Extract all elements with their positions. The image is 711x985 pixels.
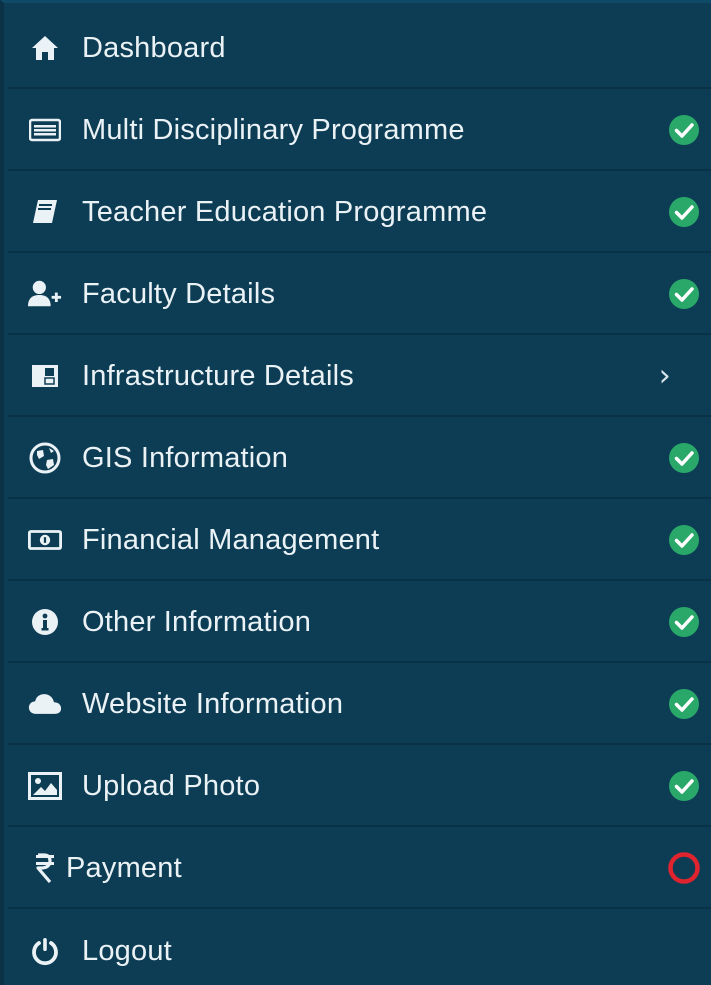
sidebar-item-dashboard[interactable]: Dashboard — [8, 9, 711, 89]
check-circle-icon — [667, 769, 701, 803]
check-circle-icon — [667, 113, 701, 147]
sidebar-item-label: GIS Information — [82, 441, 289, 474]
sidebar-item-payment[interactable]: Payment — [8, 829, 711, 909]
cloud-icon — [28, 687, 62, 721]
check-circle-icon — [667, 441, 701, 475]
user-plus-icon — [28, 277, 62, 311]
sidebar-item-teacher-education-programme[interactable]: Teacher Education Programme — [8, 173, 711, 253]
sidebar-menu: Dashboard Multi Disciplinary Programme T… — [0, 0, 711, 985]
sidebar-item-label: Upload Photo — [82, 769, 261, 802]
list-icon — [28, 113, 62, 147]
image-icon — [28, 769, 62, 803]
check-circle-icon — [667, 605, 701, 639]
sidebar-item-label: Infrastructure Details — [82, 359, 354, 392]
check-circle-icon — [667, 523, 701, 557]
chevron-right-icon[interactable]: › — [659, 359, 671, 394]
sidebar-item-label: Website Information — [82, 687, 344, 720]
sidebar-item-label: Multi Disciplinary Programme — [82, 113, 465, 146]
rupee-icon — [28, 851, 62, 885]
sidebar-item-website-information[interactable]: Website Information — [8, 665, 711, 745]
money-icon — [28, 523, 62, 557]
sidebar-item-label: Logout — [82, 934, 172, 967]
home-icon — [28, 31, 62, 65]
check-circle-icon — [667, 195, 701, 229]
check-circle-icon — [667, 277, 701, 311]
sidebar-item-label: Financial Management — [82, 523, 380, 556]
power-icon — [28, 934, 62, 968]
building-icon — [28, 359, 62, 393]
globe-icon — [28, 441, 62, 475]
book-icon — [28, 195, 62, 229]
sidebar-item-upload-photo[interactable]: Upload Photo — [8, 747, 711, 827]
check-circle-icon — [667, 687, 701, 721]
sidebar-item-financial-management[interactable]: Financial Management — [8, 501, 711, 581]
sidebar-item-label: Faculty Details — [82, 277, 276, 310]
sidebar-item-faculty-details[interactable]: Faculty Details — [8, 255, 711, 335]
sidebar-item-gis-information[interactable]: GIS Information — [8, 419, 711, 499]
info-icon — [28, 605, 62, 639]
sidebar-item-logout[interactable]: Logout — [8, 911, 711, 985]
sidebar-item-multi-disciplinary-programme[interactable]: Multi Disciplinary Programme — [8, 91, 711, 171]
pending-circle-icon — [667, 851, 701, 885]
sidebar-item-other-information[interactable]: Other Information — [8, 583, 711, 663]
sidebar-item-label: Teacher Education Programme — [82, 195, 488, 228]
sidebar-item-infrastructure-details[interactable]: Infrastructure Details › — [8, 337, 711, 417]
sidebar-item-label: Dashboard — [82, 31, 226, 64]
sidebar-item-label: Other Information — [82, 605, 312, 638]
sidebar-item-label: Payment — [66, 851, 182, 884]
